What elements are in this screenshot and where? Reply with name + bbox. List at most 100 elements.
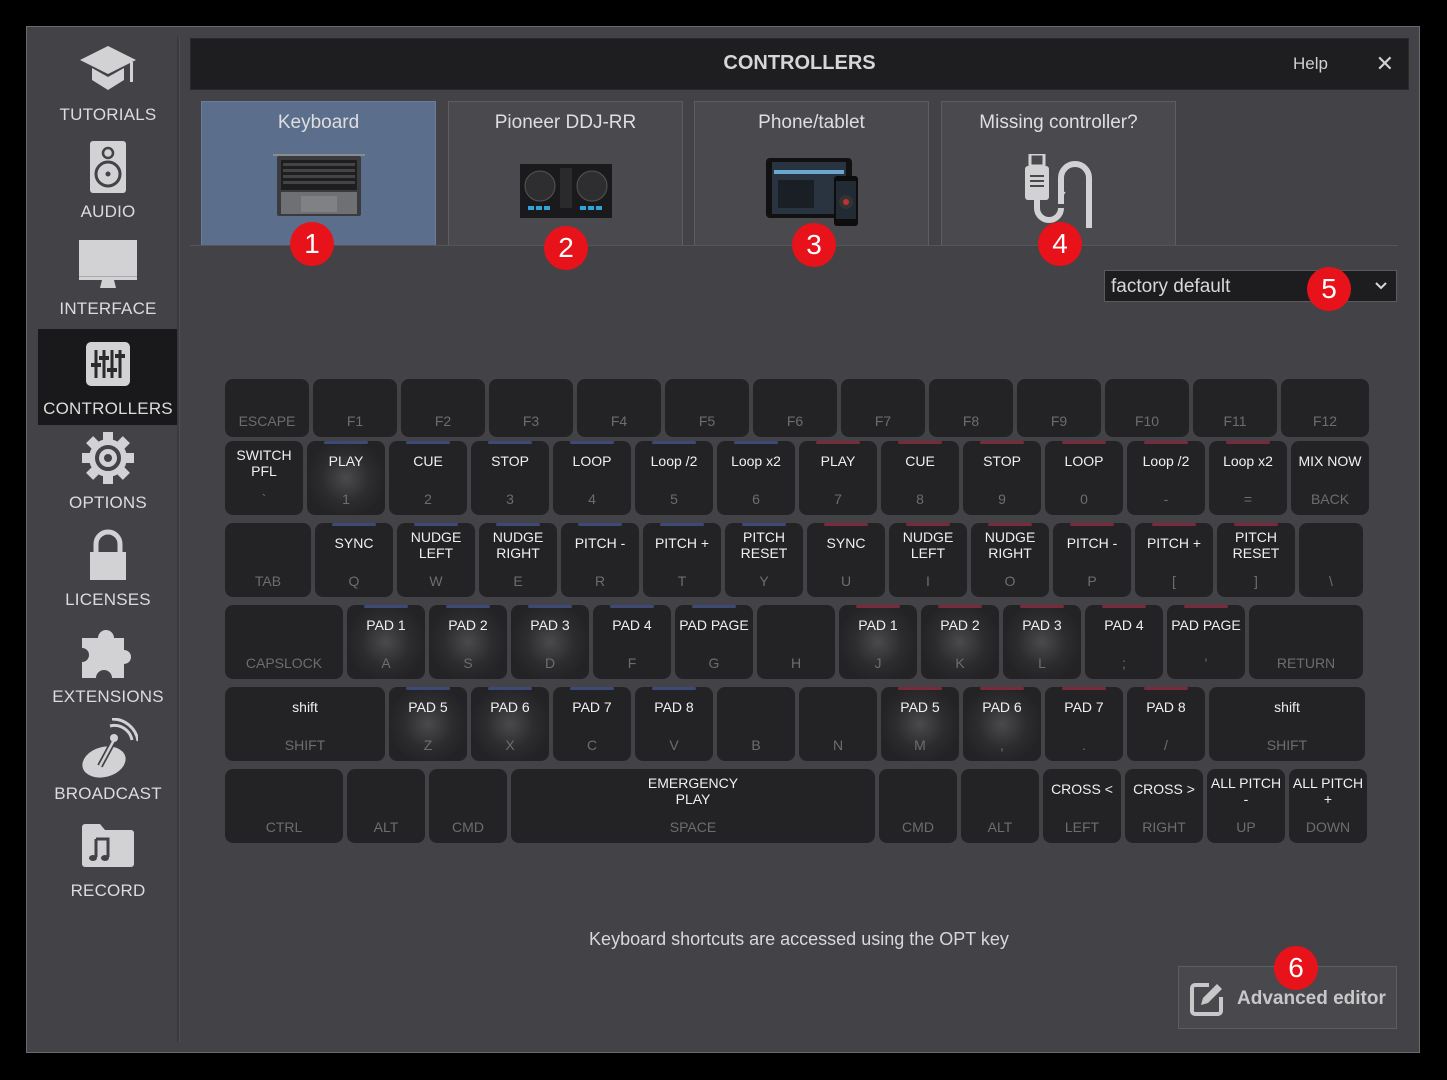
key-down[interactable]: ALL PITCH + DOWN	[1289, 769, 1367, 843]
sidebar-item-extensions[interactable]: EXTENSIONS	[38, 617, 178, 713]
key-name-label: J	[874, 655, 882, 671]
key-c[interactable]: PAD 7 C	[553, 687, 631, 761]
sidebar-item-audio[interactable]: AUDIO	[38, 132, 178, 228]
key-right[interactable]: CROSS > RIGHT	[1125, 769, 1203, 843]
key-p[interactable]: PITCH - P	[1053, 523, 1131, 597]
key-capslock[interactable]: CAPSLOCK	[225, 605, 343, 679]
key-f4[interactable]: F4	[577, 379, 661, 437]
key-escape[interactable]: ESCAPE	[225, 379, 309, 437]
key-y[interactable]: PITCH RESET Y	[725, 523, 803, 597]
key-alt[interactable]: ALT	[347, 769, 425, 843]
key-7[interactable]: PLAY 7	[799, 441, 877, 515]
key-ctrl[interactable]: CTRL	[225, 769, 343, 843]
key-f11[interactable]: F11	[1193, 379, 1277, 437]
key-2[interactable]: CUE 2	[389, 441, 467, 515]
key-f9[interactable]: F9	[1017, 379, 1101, 437]
key-b[interactable]: B	[717, 687, 795, 761]
key-f[interactable]: PAD 4 F	[593, 605, 671, 679]
key-alt[interactable]: ALT	[961, 769, 1039, 843]
key-symbol[interactable]: PAD 8 /	[1127, 687, 1205, 761]
key-1[interactable]: PLAY 1	[307, 441, 385, 515]
key-9[interactable]: STOP 9	[963, 441, 1041, 515]
key-shift[interactable]: shift SHIFT	[225, 687, 385, 761]
key-return[interactable]: RETURN	[1249, 605, 1363, 679]
key-function-label: shift	[292, 699, 318, 715]
key-shift[interactable]: shift SHIFT	[1209, 687, 1365, 761]
key-symbol[interactable]: PAD PAGE '	[1167, 605, 1245, 679]
sidebar-item-controllers[interactable]: CONTROLLERS	[38, 329, 178, 425]
key-t[interactable]: PITCH + T	[643, 523, 721, 597]
sidebar-item-options[interactable]: OPTIONS	[38, 423, 178, 519]
key-name-label: ALT	[373, 819, 399, 835]
key-f12[interactable]: F12	[1281, 379, 1369, 437]
key-symbol[interactable]: SWITCH PFL `	[225, 441, 303, 515]
key-n[interactable]: N	[799, 687, 877, 761]
key-symbol[interactable]: PITCH RESET]	[1217, 523, 1295, 597]
key-d[interactable]: PAD 3 D	[511, 605, 589, 679]
key-a[interactable]: PAD 1 A	[347, 605, 425, 679]
key-z[interactable]: PAD 5 Z	[389, 687, 467, 761]
key-w[interactable]: NUDGE LEFT W	[397, 523, 475, 597]
tab-pioneer-ddj-rr[interactable]: Pioneer DDJ-RR	[448, 101, 683, 246]
sidebar-item-tutorials[interactable]: TUTORIALS	[38, 35, 178, 131]
sidebar-item-broadcast[interactable]: BROADCAST	[38, 714, 178, 810]
key-symbol[interactable]: \	[1299, 523, 1363, 597]
key-f1[interactable]: F1	[313, 379, 397, 437]
key-0[interactable]: LOOP 0	[1045, 441, 1123, 515]
key-i[interactable]: NUDGE LEFT I	[889, 523, 967, 597]
key-4[interactable]: LOOP 4	[553, 441, 631, 515]
key-h[interactable]: H	[757, 605, 835, 679]
key-e[interactable]: NUDGE RIGHT E	[479, 523, 557, 597]
key-f2[interactable]: F2	[401, 379, 485, 437]
key-q[interactable]: SYNC Q	[315, 523, 393, 597]
key-cmd[interactable]: CMD	[429, 769, 507, 843]
key-left[interactable]: CROSS < LEFT	[1043, 769, 1121, 843]
key-5[interactable]: Loop /2 5	[635, 441, 713, 515]
sidebar-item-interface[interactable]: INTERFACE	[38, 229, 178, 325]
key-symbol[interactable]: PAD 4;	[1085, 605, 1163, 679]
key-g[interactable]: PAD PAGE G	[675, 605, 753, 679]
key-f6[interactable]: F6	[753, 379, 837, 437]
puzzle-icon	[76, 621, 140, 683]
preset-dropdown[interactable]: factory default	[1104, 270, 1397, 302]
key-up[interactable]: ALL PITCH - UP	[1207, 769, 1285, 843]
key-name-label: F5	[698, 413, 716, 429]
key-u[interactable]: SYNC U	[807, 523, 885, 597]
key-r[interactable]: PITCH - R	[561, 523, 639, 597]
key-tab[interactable]: TAB	[225, 523, 311, 597]
key-f5[interactable]: F5	[665, 379, 749, 437]
key-symbol[interactable]: PITCH + [	[1135, 523, 1213, 597]
key-space[interactable]: EMERGENCY PLAY SPACE	[511, 769, 875, 843]
key-name-label: LEFT	[1064, 819, 1100, 835]
key-o[interactable]: NUDGE RIGHT O	[971, 523, 1049, 597]
key-m[interactable]: PAD 5 M	[881, 687, 959, 761]
key-back[interactable]: MIX NOW BACK	[1291, 441, 1369, 515]
key-s[interactable]: PAD 2 S	[429, 605, 507, 679]
sidebar-item-record[interactable]: RECORD	[38, 811, 178, 907]
key-cmd[interactable]: CMD	[879, 769, 957, 843]
key-k[interactable]: PAD 2 K	[921, 605, 999, 679]
close-icon[interactable]: ✕	[1376, 51, 1394, 77]
key-symbol[interactable]: Loop /2 -	[1127, 441, 1205, 515]
key-x[interactable]: PAD 6 X	[471, 687, 549, 761]
key-symbol[interactable]: PAD 7.	[1045, 687, 1123, 761]
key-symbol[interactable]: PAD 6,	[963, 687, 1041, 761]
key-function-label: PITCH -	[1066, 535, 1118, 551]
key-j[interactable]: PAD 1 J	[839, 605, 917, 679]
key-name-label: I	[926, 573, 930, 589]
key-f8[interactable]: F8	[929, 379, 1013, 437]
key-f10[interactable]: F10	[1105, 379, 1189, 437]
key-name-label: 4	[588, 491, 596, 507]
key-f7[interactable]: F7	[841, 379, 925, 437]
key-name-label: C	[586, 737, 598, 753]
key-name-label: F11	[1223, 413, 1247, 429]
sidebar-item-licenses[interactable]: LICENSES	[38, 520, 178, 616]
help-link[interactable]: Help	[1293, 54, 1328, 74]
key-6[interactable]: Loop x2 6	[717, 441, 795, 515]
key-v[interactable]: PAD 8 V	[635, 687, 713, 761]
key-3[interactable]: STOP 3	[471, 441, 549, 515]
key-8[interactable]: CUE 8	[881, 441, 959, 515]
key-f3[interactable]: F3	[489, 379, 573, 437]
key-symbol[interactable]: Loop x2 =	[1209, 441, 1287, 515]
key-l[interactable]: PAD 3 L	[1003, 605, 1081, 679]
